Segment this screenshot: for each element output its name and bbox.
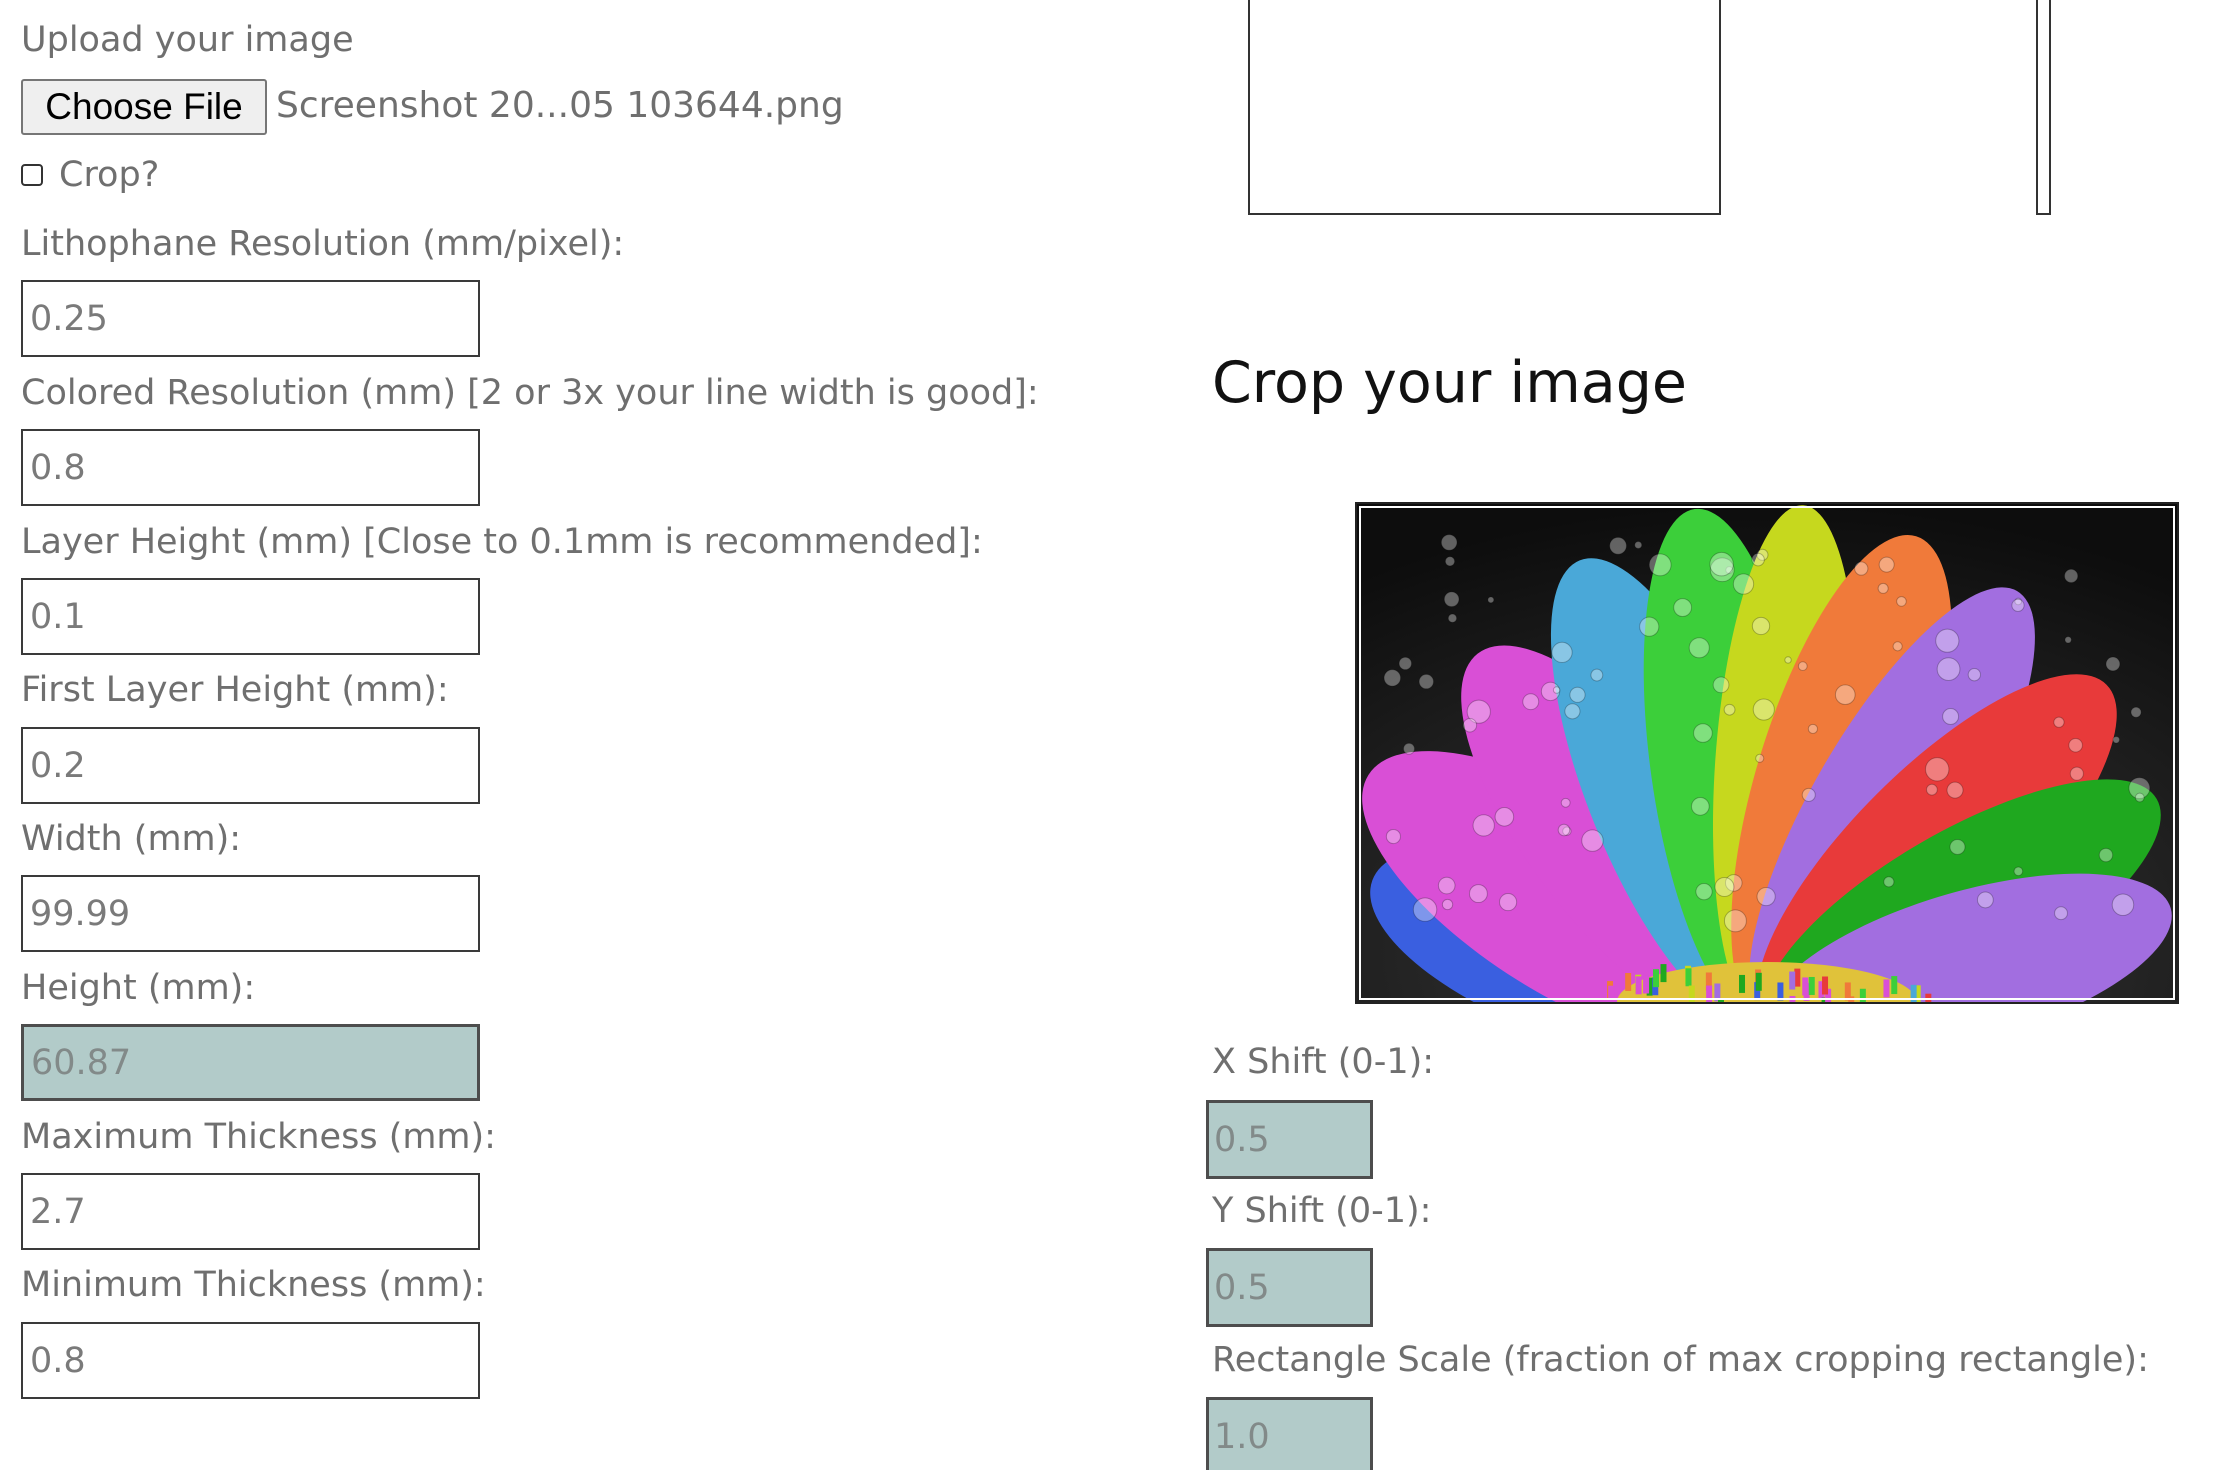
height-input — [21, 1024, 480, 1101]
crop-checkbox-label: Crop? — [59, 155, 160, 195]
width-label: Width (mm): — [21, 819, 242, 859]
height-label: Height (mm): — [21, 968, 256, 1008]
x-shift-input — [1206, 1100, 1373, 1179]
crop-image-canvas[interactable] — [1355, 502, 2179, 1004]
first-layer-height-label: First Layer Height (mm): — [21, 670, 449, 710]
rectangle-scale-input — [1206, 1397, 1373, 1470]
width-input[interactable] — [21, 875, 480, 952]
upload-label: Upload your image — [21, 20, 354, 60]
choose-file-button[interactable]: Choose File — [21, 79, 267, 135]
crop-section-title: Crop your image — [1212, 350, 1687, 416]
selected-file-name: Screenshot 20...05 103644.png — [276, 85, 844, 126]
maximum-thickness-label: Maximum Thickness (mm): — [21, 1117, 496, 1157]
minimum-thickness-label: Minimum Thickness (mm): — [21, 1265, 486, 1305]
side-preview-canvas — [2036, 0, 2051, 215]
layer-height-input[interactable] — [21, 578, 480, 655]
lithophane-resolution-input[interactable] — [21, 280, 480, 357]
colored-resolution-label: Colored Resolution (mm) [2 or 3x your li… — [21, 373, 1039, 413]
colored-resolution-input[interactable] — [21, 429, 480, 506]
flower-petals-image — [1357, 504, 2177, 1002]
rectangle-scale-label: Rectangle Scale (fraction of max croppin… — [1212, 1340, 2149, 1380]
lithophane-preview-canvas — [1248, 0, 1721, 215]
maximum-thickness-input[interactable] — [21, 1173, 480, 1250]
crop-checkbox[interactable] — [21, 164, 43, 186]
y-shift-label: Y Shift (0-1): — [1212, 1191, 1432, 1231]
minimum-thickness-input[interactable] — [21, 1322, 480, 1399]
x-shift-label: X Shift (0-1): — [1212, 1042, 1435, 1082]
y-shift-input — [1206, 1248, 1373, 1327]
lithophane-resolution-label: Lithophane Resolution (mm/pixel): — [21, 224, 625, 264]
layer-height-label: Layer Height (mm) [Close to 0.1mm is rec… — [21, 522, 983, 562]
first-layer-height-input[interactable] — [21, 727, 480, 804]
